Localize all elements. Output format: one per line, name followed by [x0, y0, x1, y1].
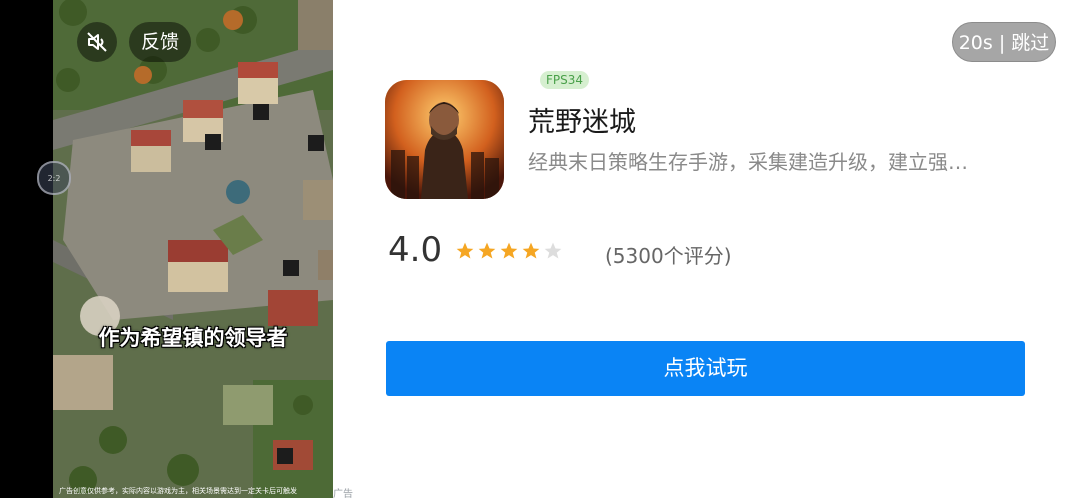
star-icon: [521, 241, 541, 265]
ad-label: 广告: [333, 485, 353, 498]
app-icon[interactable]: [385, 80, 504, 199]
ad-screen: 反馈 作为希望镇的领导者 广告创意仅供参考，实际内容以游戏为主，相关场景需达到一…: [0, 0, 1080, 498]
ad-video[interactable]: 反馈 作为希望镇的领导者 广告创意仅供参考，实际内容以游戏为主，相关场景需达到一…: [53, 0, 333, 498]
floating-ring-button[interactable]: 2:2: [37, 161, 71, 195]
muted-speaker-icon: [87, 32, 107, 52]
mute-button[interactable]: [77, 22, 117, 62]
fps-badge: FPS34: [540, 71, 590, 89]
app-title: 荒野迷城: [528, 107, 636, 138]
game-scene-image: [53, 0, 333, 498]
app-icon-image: [385, 80, 504, 199]
video-subtitle: 作为希望镇的领导者: [98, 326, 288, 350]
app-description: 经典末日策略生存手游，采集建造升级，建立强…: [528, 150, 968, 174]
rating-stars: [455, 241, 563, 265]
star-icon: [455, 241, 475, 265]
skip-button[interactable]: 20s | 跳过: [952, 22, 1056, 62]
star-icon: [499, 241, 519, 265]
feedback-button[interactable]: 反馈: [129, 22, 192, 62]
rating-count: (5300个评分): [605, 244, 732, 268]
try-play-button[interactable]: 点我试玩: [386, 341, 1025, 396]
rating-score: 4.0: [388, 230, 443, 270]
floating-ring-text: 2:2: [47, 173, 61, 183]
star-icon: [543, 241, 563, 265]
left-black-bar: [0, 0, 53, 498]
star-icon: [477, 241, 497, 265]
ad-label-text: 广告: [333, 489, 353, 498]
ad-disclaimer: 广告创意仅供参考，实际内容以游戏为主，相关场景需达到一定关卡后可触发: [59, 487, 297, 495]
